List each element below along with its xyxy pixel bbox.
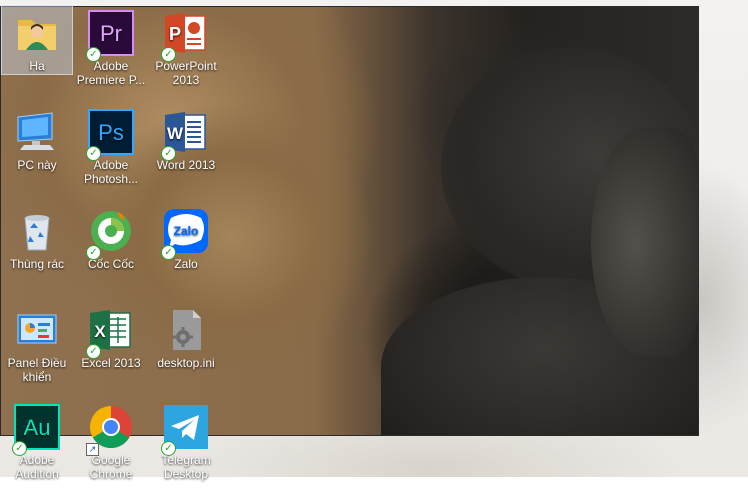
svg-text:Au: Au: [24, 415, 51, 440]
desktop-icon-label: Panel Điều khiển: [7, 356, 67, 384]
recycle-bin-icon: [14, 208, 60, 254]
desktop-icon-photoshop[interactable]: Ps ✓ Adobe Photosh...: [76, 105, 146, 197]
svg-text:Ps: Ps: [98, 120, 124, 145]
svg-text:X: X: [94, 322, 106, 341]
desktop-icon-label: Adobe Premiere P...: [76, 59, 146, 87]
sync-check-icon: ✓: [161, 146, 176, 161]
sync-check-icon: ✓: [86, 344, 101, 359]
svg-text:W: W: [167, 124, 184, 143]
desktop-icon-label: desktop.ini: [157, 356, 215, 370]
desktop-icon-pc[interactable]: PC này: [2, 105, 72, 197]
desktop-icon-excel[interactable]: X ✓ Excel 2013: [76, 303, 146, 395]
sync-check-icon: ✓: [86, 146, 101, 161]
google-chrome-icon: ↗: [86, 404, 134, 456]
desktop-icon-control-panel[interactable]: Panel Điều khiển: [2, 303, 72, 395]
desktop-icon-label: Thùng rác: [9, 257, 65, 271]
desktop-icon-telegram[interactable]: ✓ Telegram Desktop: [151, 400, 221, 492]
computer-monitor-icon: [14, 109, 60, 155]
word-icon: W ✓: [161, 109, 209, 161]
excel-icon: X ✓: [86, 307, 134, 359]
desktop-icon-recycle-bin[interactable]: Thùng rác: [2, 204, 72, 296]
sync-check-icon: ✓: [86, 47, 101, 62]
desktop-icon-zalo[interactable]: Zalo ✓ Zalo: [151, 204, 221, 296]
desktop-icon-powerpoint[interactable]: P ✓ PowerPoint 2013: [151, 6, 221, 98]
adobe-premiere-icon: Pr ✓: [86, 10, 134, 62]
coccoc-browser-icon: ✓: [86, 208, 134, 260]
desktop-icon-desktop-ini[interactable]: desktop.ini: [151, 303, 221, 395]
desktop-icon-chrome[interactable]: ↗ Google Chrome: [76, 400, 146, 492]
desktop-icon-label: Word 2013: [156, 158, 216, 172]
zalo-icon: Zalo ✓: [161, 208, 209, 260]
desktop-icon-ha[interactable]: Ha: [1, 5, 73, 75]
desktop-icon-label: Excel 2013: [81, 356, 141, 370]
desktop-icon-label: Adobe Photosh...: [83, 158, 139, 186]
desktop-icon-label: Cốc Cốc: [87, 257, 134, 271]
desktop-icon-label: PC này: [17, 158, 57, 172]
adobe-audition-icon: Au ✓: [12, 404, 60, 456]
sync-check-icon: ✓: [86, 245, 101, 260]
telegram-icon: ✓: [161, 404, 209, 456]
control-panel-icon: [14, 307, 60, 353]
settings-file-icon: [163, 307, 209, 353]
desktop-icon-audition[interactable]: Au ✓ Adobe Audition: [2, 400, 72, 492]
sync-check-icon: ✓: [161, 47, 176, 62]
desktop-icon-premiere[interactable]: Pr ✓ Adobe Premiere P...: [76, 6, 146, 98]
sync-check-icon: ✓: [12, 441, 27, 456]
shortcut-arrow-icon: ↗: [86, 443, 99, 456]
desktop-icon-word[interactable]: W ✓ Word 2013: [151, 105, 221, 197]
desktop-icon-label: Ha: [29, 59, 45, 73]
wallpaper-gorilla-face: [591, 127, 698, 357]
desktop-icon-coccoc[interactable]: ✓ Cốc Cốc: [76, 204, 146, 296]
user-folder-icon: [14, 10, 60, 56]
sync-check-icon: ✓: [161, 245, 176, 260]
svg-text:Zalo: Zalo: [174, 224, 199, 238]
powerpoint-icon: P ✓: [161, 10, 209, 62]
desktop-icon-label: PowerPoint 2013: [155, 59, 217, 87]
svg-text:Pr: Pr: [100, 21, 122, 46]
sync-check-icon: ✓: [161, 441, 176, 456]
adobe-photoshop-icon: Ps ✓: [86, 109, 134, 161]
svg-text:P: P: [169, 24, 181, 44]
desktop-icon-label: Zalo: [174, 257, 198, 271]
